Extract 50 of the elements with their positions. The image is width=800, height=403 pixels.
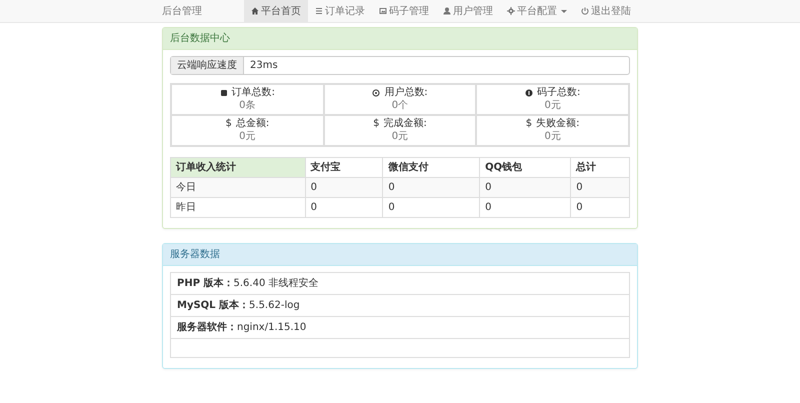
stat-label: 完成金额:: [383, 118, 427, 130]
nav-link[interactable]: 退出登陆: [574, 0, 638, 22]
stat-value: 0元: [238, 130, 257, 143]
brand-title: 后台管理: [162, 4, 202, 18]
stat-label: 码子总数:: [536, 87, 580, 100]
square-icon: [220, 89, 228, 98]
table-cell: 0: [382, 198, 480, 218]
nav-link[interactable]: 码子管理: [372, 0, 436, 22]
speed-value: 23ms: [249, 59, 279, 73]
nav-link[interactable]: 平台配置: [500, 0, 574, 22]
stat-label: 总金额:: [236, 118, 270, 130]
target-icon: [372, 89, 380, 98]
info-line: PHP 版本：5.6.40 非线程安全: [171, 273, 629, 295]
panel-heading: 后台数据中心: [163, 28, 637, 50]
stat-label: 失败金额:: [536, 118, 580, 130]
table-cell: 0: [570, 178, 630, 198]
table-cell: 0: [382, 178, 480, 198]
table-cell: 昨日: [170, 198, 306, 218]
table-cell: 0: [305, 178, 383, 198]
panel-heading: 服务器数据: [163, 244, 637, 266]
column-header: 订单收入统计: [170, 158, 306, 178]
table-cell: 今日: [170, 178, 306, 198]
user-icon: [443, 7, 451, 15]
home-icon: [251, 7, 259, 15]
table-cell: 0: [480, 198, 571, 218]
list-icon: [315, 7, 323, 15]
stat-label: 用户总数:: [384, 87, 428, 100]
info-line: MySQL 版本：5.5.62-log: [171, 295, 629, 317]
stat-value: 0条: [238, 100, 257, 112]
nav-link[interactable]: 订单记录: [308, 0, 372, 22]
picture-icon: [379, 7, 387, 15]
table-cell: 0: [480, 178, 571, 198]
column-header: 微信支付: [382, 158, 480, 178]
stat-label: 订单总数:: [232, 87, 276, 100]
stat-value: 0元: [543, 130, 562, 143]
dollar-icon: $: [526, 118, 532, 130]
table-cell: 0: [570, 198, 630, 218]
info-line: 服务器软件：nginx/1.15.10: [171, 317, 629, 339]
power-icon: [581, 7, 589, 15]
dollar-icon: $: [373, 118, 380, 130]
nav-link[interactable]: 用户管理: [436, 0, 500, 22]
stat-value: 0元: [543, 100, 562, 112]
info-circle-icon: [524, 89, 533, 98]
column-header: QQ钱包: [480, 158, 571, 178]
table-cell: 0: [305, 198, 383, 218]
input-addon: 云端响应速度: [171, 57, 244, 74]
nav-link[interactable]: 平台首页: [244, 0, 308, 22]
dollar-icon: $: [225, 118, 232, 130]
stat-value: 0个: [390, 100, 410, 112]
stat-value: 0元: [390, 130, 410, 143]
